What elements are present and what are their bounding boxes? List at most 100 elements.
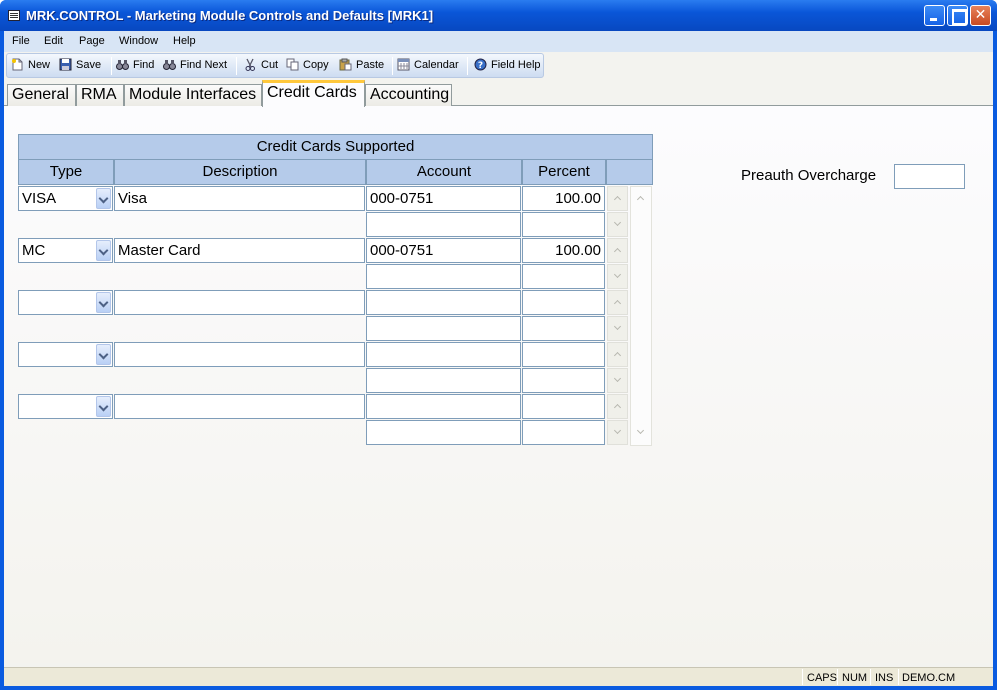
minimize-button[interactable] — [924, 5, 945, 26]
card-percent-extra-field[interactable] — [522, 316, 605, 341]
calendar-icon — [397, 58, 410, 71]
row-scroll-down-icon[interactable] — [607, 420, 628, 445]
binoculars-icon — [116, 60, 129, 70]
card-account-field[interactable]: 000-0751 — [366, 186, 521, 211]
card-percent-field[interactable] — [522, 394, 605, 419]
card-type-select[interactable]: VISA — [18, 186, 113, 211]
column-header-description: Description — [114, 160, 366, 185]
column-header-type: Type — [18, 160, 114, 185]
chevron-down-icon[interactable] — [96, 344, 111, 365]
chevron-down-icon[interactable] — [96, 292, 111, 313]
tab-general[interactable]: General — [7, 84, 76, 106]
row-scroll-up-icon[interactable] — [607, 290, 628, 315]
tab-credit-cards[interactable]: Credit Cards — [262, 80, 365, 107]
new-button[interactable]: New — [11, 58, 50, 74]
toolbar-separator — [467, 57, 468, 75]
card-account-extra-field[interactable] — [366, 316, 521, 341]
card-percent-field[interactable] — [522, 342, 605, 367]
calendar-button[interactable]: Calendar — [397, 58, 459, 74]
find-button[interactable]: Find — [116, 58, 154, 74]
card-percent-extra-field[interactable] — [522, 368, 605, 393]
row-scroll-down-icon[interactable] — [607, 316, 628, 341]
status-separator — [802, 669, 803, 685]
preauth-overcharge-input[interactable] — [894, 164, 965, 189]
column-header-blank — [606, 160, 653, 185]
card-percent-extra-field[interactable] — [522, 420, 605, 445]
save-button[interactable]: Save — [59, 58, 101, 74]
title-bar[interactable]: MRK.CONTROL - Marketing Module Controls … — [0, 0, 997, 31]
column-header-account: Account — [366, 160, 522, 185]
chevron-down-icon[interactable] — [96, 240, 111, 261]
row-scroll-down-icon[interactable] — [607, 264, 628, 289]
cut-button[interactable]: Cut — [244, 58, 278, 74]
close-icon: ✕ — [974, 7, 987, 23]
application-window: MRK.CONTROL - Marketing Module Controls … — [0, 0, 997, 690]
column-header-percent: Percent — [522, 160, 606, 185]
toolbar: New Save Find Find Next Cut Copy Paste C… — [6, 53, 544, 78]
help-icon: ? — [474, 58, 487, 71]
card-description-field[interactable] — [114, 394, 365, 419]
status-ins: INS — [875, 672, 894, 684]
card-type-select[interactable]: MC — [18, 238, 113, 263]
card-percent-extra-field[interactable] — [522, 212, 605, 237]
chevron-down-icon[interactable] — [96, 396, 111, 417]
row-scroll-up-icon[interactable] — [607, 342, 628, 367]
svg-text:?: ? — [478, 61, 483, 71]
preauth-overcharge-label: Preauth Overcharge — [741, 167, 877, 184]
scroll-down-icon[interactable] — [631, 421, 652, 446]
card-account-field[interactable] — [366, 290, 521, 315]
card-type-select[interactable] — [18, 290, 113, 315]
row-scroll-up-icon[interactable] — [607, 238, 628, 263]
card-percent-field[interactable]: 100.00 — [522, 186, 605, 211]
find-next-button[interactable]: Find Next — [163, 58, 227, 74]
row-scroll-up-icon[interactable] — [607, 186, 628, 211]
tab-strip: General RMA Module Interfaces Credit Car… — [4, 80, 993, 107]
row-scroll-down-icon[interactable] — [607, 368, 628, 393]
row-scroll-down-icon[interactable] — [607, 212, 628, 237]
card-type-value: VISA — [22, 190, 57, 207]
card-type-select[interactable] — [18, 342, 113, 367]
menu-page[interactable]: Page — [79, 35, 105, 47]
scroll-up-icon[interactable] — [631, 187, 652, 212]
card-description-field[interactable]: Master Card — [114, 238, 365, 263]
row-scroll-up-icon[interactable] — [607, 394, 628, 419]
card-account-field[interactable] — [366, 342, 521, 367]
paste-icon — [339, 58, 352, 71]
maximize-icon — [948, 6, 967, 25]
maximize-button[interactable] — [947, 5, 968, 26]
card-description-field[interactable] — [114, 290, 365, 315]
paste-button[interactable]: Paste — [339, 58, 384, 74]
card-percent-field[interactable]: 100.00 — [522, 238, 605, 263]
menu-help[interactable]: Help — [173, 35, 196, 47]
menu-edit[interactable]: Edit — [44, 35, 63, 47]
card-percent-extra-field[interactable] — [522, 264, 605, 289]
card-account-extra-field[interactable] — [366, 212, 521, 237]
credit-cards-panel: Credit Cards Supported Type Description … — [4, 106, 993, 663]
card-account-field[interactable] — [366, 394, 521, 419]
card-percent-field[interactable] — [522, 290, 605, 315]
card-description-field[interactable] — [114, 342, 365, 367]
field-help-button[interactable]: ? Field Help — [474, 58, 541, 74]
new-document-icon — [12, 58, 23, 71]
menu-file[interactable]: File — [12, 35, 30, 47]
card-description-field[interactable]: Visa — [114, 186, 365, 211]
card-account-extra-field[interactable] — [366, 368, 521, 393]
app-icon — [8, 10, 20, 21]
status-num: NUM — [842, 672, 868, 684]
close-button[interactable]: ✕ — [970, 5, 991, 26]
grid-title: Credit Cards Supported — [18, 134, 653, 160]
grid-vertical-scrollbar[interactable] — [630, 186, 652, 446]
card-account-field[interactable]: 000-0751 — [366, 238, 521, 263]
status-separator — [837, 669, 838, 685]
client-area: File Edit Page Window Help New Save Find… — [4, 31, 993, 686]
tab-accounting[interactable]: Accounting — [365, 84, 452, 106]
minimize-icon — [925, 6, 944, 25]
card-type-select[interactable] — [18, 394, 113, 419]
card-account-extra-field[interactable] — [366, 420, 521, 445]
menu-window[interactable]: Window — [119, 35, 158, 47]
tab-module-interfaces[interactable]: Module Interfaces — [124, 84, 262, 106]
tab-rma[interactable]: RMA — [76, 84, 124, 106]
copy-button[interactable]: Copy — [286, 58, 329, 74]
card-account-extra-field[interactable] — [366, 264, 521, 289]
chevron-down-icon[interactable] — [96, 188, 111, 209]
